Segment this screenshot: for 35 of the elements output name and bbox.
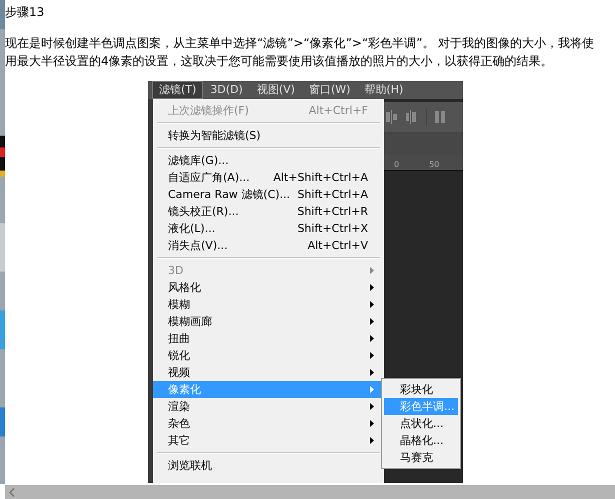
menu-item[interactable]: 消失点(V)... Alt+Ctrl+V [153,237,384,254]
step-heading: 步骤13 [5,4,46,20]
menu-bar-item[interactable]: 3D(D) [203,81,250,99]
menu-item[interactable]: 杂色 [153,415,384,432]
menu-item[interactable]: 扭曲 [153,330,384,347]
menu-item[interactable]: 浏览联机 [153,457,384,474]
menu-item[interactable]: 渲染 [153,398,384,415]
ruler-number: 50 [429,160,440,170]
menu-item[interactable]: 镜头校正(R)... Shift+Ctrl+R [153,203,384,220]
menu-item[interactable]: Camera Raw 滤镜(C)... Shift+Ctrl+A [153,186,384,203]
menu-item[interactable]: 模糊 [153,296,384,313]
align-icon [406,110,418,124]
distribute-icon [435,111,445,123]
horizontal-scrollbar[interactable] [5,485,615,499]
menu-item[interactable]: 自适应广角(A)... Alt+Shift+Ctrl+A [153,169,384,186]
paragraph: 现在是时候创建半色调点图案，从主菜单中选择“滤镜”>“像素化”>“彩色半调”。 对于我的图像的大小，我将使用最大半径设置的4像素的设置，这取决于您可能需要使用该值播放的照片的大小，以获得正确的结果。 [5,35,596,70]
align-icon [386,110,398,124]
menu-item[interactable]: 点状化... [384,415,458,432]
menu-item[interactable]: 滤镜库(G)... [153,152,384,169]
menu-bar-item[interactable]: 窗口(W) [302,81,358,99]
menu-bar-item[interactable]: 滤镜(T) [152,81,204,99]
menu-item[interactable]: 其它 [153,432,384,449]
menu-item[interactable]: 马赛克 [384,449,458,466]
menu-bar-item[interactable]: 视图(V) [250,81,302,99]
menu-item[interactable]: 转换为智能滤镜(S) [153,127,384,144]
menu-item[interactable]: 风格化 [153,279,384,296]
menu-item[interactable]: 液化(L)... Shift+Ctrl+X [153,220,384,237]
menu-item[interactable]: 锐化 [153,347,384,364]
menu-item[interactable]: 晶格化... [384,432,458,449]
scroll-left-icon[interactable] [9,488,15,496]
menu-item[interactable]: 模糊画廊 [153,313,384,330]
menu-item[interactable]: 彩块化 [384,381,458,398]
ruler-number: 0 [394,160,400,170]
menu-item[interactable]: 视频 [153,364,384,381]
menu-bar-item[interactable]: 帮助(H) [357,81,410,99]
